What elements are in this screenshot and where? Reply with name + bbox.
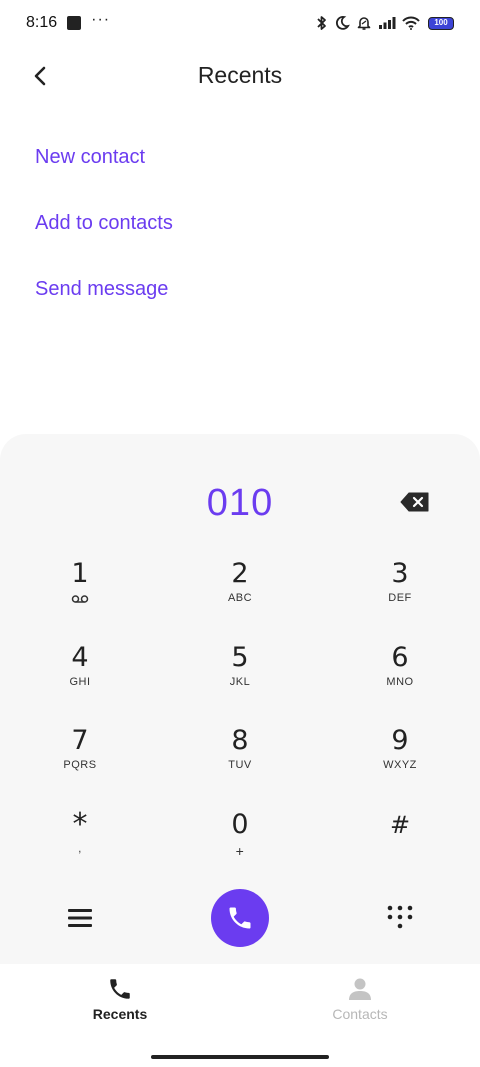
- person-icon: [349, 978, 371, 1000]
- menu-button[interactable]: [60, 898, 100, 938]
- send-message-link[interactable]: Send message: [35, 278, 173, 344]
- key-digit: 8: [231, 725, 249, 756]
- key-1[interactable]: 1: [0, 558, 160, 642]
- keypad-row: 7 PQRS 8 TUV 9 WXYZ: [0, 725, 480, 809]
- key-digit: #: [389, 810, 411, 839]
- status-time: 8:16: [26, 14, 58, 31]
- phone-icon: [110, 979, 130, 999]
- bottom-nav: Recents Contacts: [0, 964, 480, 1044]
- status-bar: 8:16 ··· 100: [0, 0, 480, 46]
- key-letters: ABC: [227, 592, 253, 604]
- key-digit: 3: [391, 558, 409, 589]
- key-8[interactable]: 8 TUV: [160, 725, 320, 809]
- key-digit: 2: [231, 558, 249, 589]
- key-9[interactable]: 9 WXYZ: [320, 725, 480, 809]
- home-indicator[interactable]: [151, 1055, 329, 1059]
- dialpad-panel: 010 1 2 ABC 3 DEF 4 GHI 5 JKL 6 MNO 7 PQ…: [0, 434, 480, 964]
- backspace-icon: [400, 492, 429, 512]
- moon-icon: [335, 16, 350, 30]
- key-letters: +: [235, 842, 245, 859]
- alarm-bell-icon: [357, 17, 371, 30]
- key-6[interactable]: 6 MNO: [320, 642, 480, 726]
- battery-level: 100: [434, 18, 448, 27]
- header: Recents: [0, 52, 480, 102]
- nav-recents[interactable]: Recents: [0, 964, 240, 1044]
- key-7[interactable]: 7 PQRS: [0, 725, 160, 809]
- key-digit: 4: [71, 641, 89, 673]
- key-digit: 7: [71, 725, 89, 756]
- key-digit: 0: [231, 808, 249, 840]
- menu-icon: [68, 909, 92, 927]
- bluetooth-icon: [317, 16, 326, 30]
- nav-recents-label: Recents: [92, 1006, 148, 1022]
- menu-slot: [0, 898, 160, 938]
- phone-screen: 8:16 ··· 100 Recents New contact Add to …: [0, 0, 480, 1067]
- status-bar-left: 8:16 ···: [26, 11, 111, 32]
- notification-app-icon: [67, 16, 82, 30]
- key-5[interactable]: 5 JKL: [160, 642, 320, 726]
- key-letters: DEF: [388, 592, 412, 604]
- keypad-row: 1 2 ABC 3 DEF: [0, 558, 480, 642]
- more-notifications-icon: ···: [91, 11, 111, 28]
- hide-keypad-button[interactable]: [380, 898, 420, 938]
- keypad-toggle-slot: [320, 898, 480, 938]
- key-letters: MNO: [386, 675, 414, 688]
- call-slot: [160, 889, 320, 947]
- key-hash[interactable]: #: [320, 809, 480, 893]
- key-digit: 5: [231, 641, 249, 673]
- page-title: Recents: [197, 62, 283, 88]
- key-star[interactable]: * ,: [0, 806, 160, 893]
- keypad: 1 2 ABC 3 DEF 4 GHI 5 JKL 6 MNO 7 PQRS 8…: [0, 558, 480, 892]
- key-letters: GHI: [69, 675, 91, 688]
- key-letters: TUV: [228, 759, 252, 771]
- dialpad-icon: [387, 905, 413, 929]
- number-actions: New contact Add to contacts Send message: [35, 146, 173, 344]
- voicemail-icon: [71, 595, 89, 603]
- key-3[interactable]: 3 DEF: [320, 558, 480, 642]
- dialpad-controls: [0, 886, 480, 950]
- key-letters: JKL: [229, 675, 251, 688]
- nav-contacts-label: Contacts: [332, 1006, 388, 1022]
- status-bar-right: 100: [316, 15, 454, 31]
- key-digit: *: [72, 806, 88, 842]
- call-button[interactable]: [211, 889, 269, 947]
- key-4[interactable]: 4 GHI: [0, 642, 160, 726]
- key-digit: 1: [71, 558, 89, 589]
- key-digit: 9: [391, 725, 409, 756]
- add-to-contacts-link[interactable]: Add to contacts: [35, 212, 173, 278]
- battery-icon: 100: [428, 16, 454, 30]
- key-letters: ,: [78, 842, 82, 855]
- keypad-row: * , 0 + #: [0, 806, 480, 893]
- key-0[interactable]: 0 +: [160, 809, 320, 893]
- key-digit: 6: [391, 641, 409, 673]
- nav-contacts[interactable]: Contacts: [240, 964, 480, 1044]
- keypad-row: 4 GHI 5 JKL 6 MNO: [0, 642, 480, 726]
- new-contact-link[interactable]: New contact: [35, 146, 173, 212]
- backspace-button[interactable]: [400, 492, 430, 512]
- key-letters: WXYZ: [383, 759, 417, 771]
- key-2[interactable]: 2 ABC: [160, 558, 320, 642]
- key-letters: PQRS: [63, 759, 97, 771]
- signal-icon: [379, 17, 396, 29]
- wifi-icon: [402, 16, 420, 30]
- phone-icon: [229, 907, 251, 929]
